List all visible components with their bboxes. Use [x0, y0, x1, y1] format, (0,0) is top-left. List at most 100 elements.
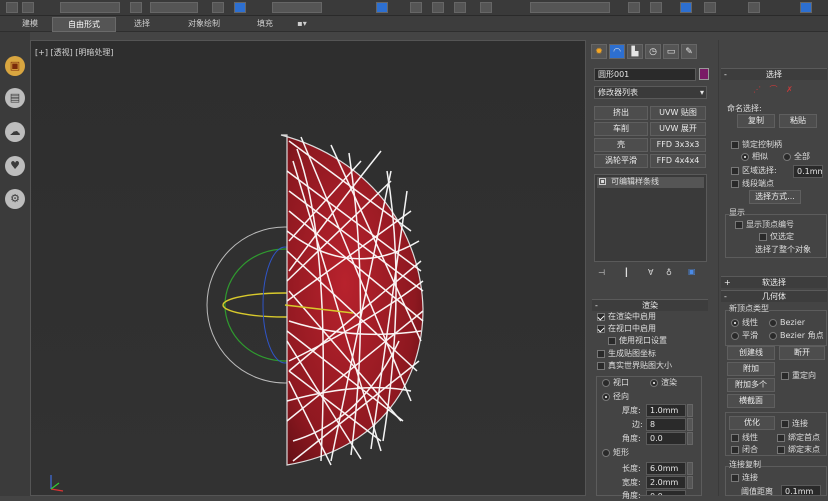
angle-spinner[interactable] — [687, 432, 693, 445]
toolbar-dropdown[interactable] — [150, 2, 198, 13]
pin-stack-icon[interactable]: ⊣ — [598, 268, 605, 278]
toolbar-dropdown[interactable] — [60, 2, 120, 13]
create-line-button[interactable]: 创建线 — [727, 346, 775, 360]
ribbon-options-icon[interactable]: ▪▾ — [292, 17, 312, 30]
toolbar-icon[interactable] — [748, 2, 760, 13]
tab-modeling[interactable]: 建模 — [14, 17, 46, 30]
snap-icon[interactable] — [432, 2, 444, 13]
selection-rollout-header[interactable]: - 选择 — [721, 68, 827, 80]
renderer-radio[interactable] — [650, 379, 658, 387]
motion-tab-icon[interactable]: ◷ — [645, 44, 661, 59]
connect-checkbox[interactable] — [781, 420, 789, 428]
extrude-button[interactable]: 挤出 — [594, 106, 648, 120]
ffd-444-button[interactable]: FFD 4x4x4 — [650, 154, 706, 168]
modifier-list-dropdown[interactable]: 修改器列表 ▾ — [594, 86, 707, 99]
selected-only-checkbox[interactable] — [759, 233, 767, 241]
bezier-corner-radio[interactable] — [769, 332, 777, 340]
hierarchy-tab-icon[interactable]: ▙ — [627, 44, 643, 59]
show-vertex-numbers-checkbox[interactable] — [735, 221, 743, 229]
uvw-map-button[interactable]: UVW 贴图 — [650, 106, 706, 120]
toolbar-icon[interactable] — [212, 2, 224, 13]
closed-checkbox[interactable] — [731, 446, 739, 454]
snap-icon[interactable] — [410, 2, 422, 13]
threshold-input[interactable]: 0.1mm — [781, 485, 821, 496]
remove-modifier-icon[interactable]: ♁ — [666, 268, 672, 278]
make-unique-icon[interactable]: ∀ — [648, 268, 653, 278]
similar-radio[interactable] — [741, 153, 749, 161]
paste-button[interactable]: 粘贴 — [779, 114, 817, 128]
copy-button[interactable]: 复制 — [737, 114, 775, 128]
snap-icon[interactable] — [454, 2, 466, 13]
connect-copy-checkbox[interactable] — [731, 474, 739, 482]
real-world-checkbox[interactable] — [597, 362, 605, 370]
all-radio[interactable] — [783, 153, 791, 161]
area-select-checkbox[interactable] — [731, 167, 739, 175]
unwrap-uvw-button[interactable]: UVW 展开 — [650, 122, 706, 136]
app-logo-icon[interactable]: ▣ — [5, 56, 25, 76]
toolbar-icon[interactable] — [680, 2, 692, 13]
length-input[interactable]: 6.0mm — [646, 462, 686, 475]
object-name-field[interactable]: 圆形001 — [594, 68, 696, 81]
reorient-checkbox[interactable] — [781, 372, 789, 380]
object-color-swatch[interactable] — [699, 68, 709, 80]
smooth-radio[interactable] — [731, 332, 739, 340]
lathe-button[interactable]: 车削 — [594, 122, 648, 136]
toolbar-icon[interactable] — [704, 2, 716, 13]
sides-spinner[interactable] — [687, 418, 693, 431]
gen-mapping-checkbox[interactable] — [597, 350, 605, 358]
enable-in-render-checkbox[interactable] — [597, 313, 605, 321]
modify-tab-icon[interactable]: ◠ — [609, 44, 625, 59]
utilities-tab-icon[interactable]: ✎ — [681, 44, 697, 59]
width-spinner[interactable] — [687, 476, 693, 489]
render-rollout-header[interactable]: - 渲染 — [592, 299, 708, 311]
thickness-spinner[interactable] — [687, 404, 693, 417]
tab-object-paint[interactable]: 对象绘制 — [178, 17, 230, 30]
show-end-result-icon[interactable]: ┃ — [624, 268, 629, 278]
rectangular-radio[interactable] — [602, 449, 610, 457]
gear-icon[interactable]: ⚙ — [5, 189, 25, 209]
area-select-input[interactable]: 0.1mm — [793, 165, 823, 178]
perspective-viewport[interactable]: [+] [透视] [明暗处理] — [30, 40, 586, 496]
bezier-radio[interactable] — [769, 319, 777, 327]
bind-last-checkbox[interactable] — [777, 446, 785, 454]
select-object-icon[interactable] — [234, 2, 246, 13]
angle2-input[interactable]: 0.0 — [646, 490, 686, 496]
heart-icon[interactable]: ♥ — [5, 156, 25, 176]
enable-in-viewport-checkbox[interactable] — [597, 325, 605, 333]
length-spinner[interactable] — [687, 462, 693, 475]
tab-selection[interactable]: 选择 — [124, 17, 160, 30]
toolbar-icon[interactable] — [130, 2, 142, 13]
document-icon[interactable]: ▤ — [5, 88, 25, 108]
toolbar-icon[interactable] — [6, 2, 18, 13]
sides-input[interactable]: 8 — [646, 418, 686, 431]
linear2-checkbox[interactable] — [731, 434, 739, 442]
lock-handles-checkbox[interactable] — [731, 141, 739, 149]
toolbar-dropdown[interactable] — [272, 2, 322, 13]
display-tab-icon[interactable]: ▭ — [663, 44, 679, 59]
cross-section-button[interactable]: 横截面 — [727, 394, 775, 408]
attach-multiple-button[interactable]: 附加多个 — [727, 378, 775, 392]
stack-item[interactable]: ▪ 可编辑样条线 — [597, 177, 704, 188]
ffd-333-button[interactable]: FFD 3x3x3 — [650, 138, 706, 152]
bind-first-checkbox[interactable] — [777, 434, 785, 442]
geometry-rollout-header[interactable]: - 几何体 — [721, 290, 827, 302]
toolbar-icon[interactable] — [800, 2, 812, 13]
create-tab-icon[interactable]: ✹ — [591, 44, 607, 59]
sub-object-level-icons[interactable]: ⋰ ⌒ ✗ — [753, 84, 803, 94]
attach-button[interactable]: 附加 — [727, 362, 775, 376]
tab-freeform[interactable]: 自由形式 — [52, 17, 116, 32]
linear-radio[interactable] — [731, 319, 739, 327]
thickness-input[interactable]: 1.0mm — [646, 404, 686, 417]
toolbar-icon[interactable] — [628, 2, 640, 13]
use-viewport-settings-checkbox[interactable] — [608, 337, 616, 345]
toolbar-icon[interactable] — [376, 2, 388, 13]
soft-selection-rollout-header[interactable]: + 软选择 — [721, 276, 827, 288]
angle-input[interactable]: 0.0 — [646, 432, 686, 445]
toolbar-icon[interactable] — [22, 2, 34, 13]
width-input[interactable]: 2.0mm — [646, 476, 686, 489]
break-button[interactable]: 断开 — [779, 346, 825, 360]
tab-populate[interactable]: 填充 — [248, 17, 282, 30]
expand-icon[interactable]: ▪ — [599, 178, 606, 185]
segment-end-checkbox[interactable] — [731, 180, 739, 188]
viewport-radio[interactable] — [602, 379, 610, 387]
